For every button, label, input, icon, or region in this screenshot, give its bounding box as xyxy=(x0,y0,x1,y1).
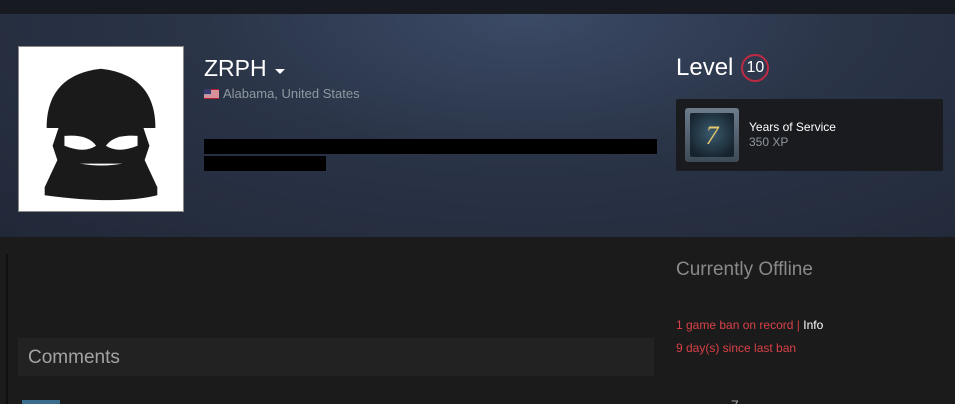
location-text: Alabama, United States xyxy=(223,86,360,101)
level-badge[interactable]: 10 xyxy=(741,54,770,82)
comments-header: Comments xyxy=(18,338,654,376)
caret-down-icon xyxy=(274,69,285,74)
level-label: Level xyxy=(676,54,734,81)
years-of-service-badge-icon: 7 xyxy=(685,108,739,162)
redacted-summary-line-1 xyxy=(204,139,657,154)
comment-avatar-peek xyxy=(22,400,60,404)
badge-xp: 350 XP xyxy=(749,135,789,149)
location: Alabama, United States xyxy=(204,86,360,101)
avatar[interactable] xyxy=(18,46,184,212)
masked-person-avatar-icon xyxy=(19,47,183,211)
online-status: Currently Offline xyxy=(676,259,813,280)
persona-name: ZRPH xyxy=(204,55,267,81)
days-since-ban: 9 day(s) since last ban xyxy=(676,341,797,355)
comments-title: Comments xyxy=(28,347,120,368)
ban-record-line: 1 game ban on record | Info xyxy=(676,318,823,332)
us-flag-icon xyxy=(204,88,219,99)
ban-separator: | xyxy=(796,318,800,332)
badge-title: Years of Service xyxy=(749,120,836,134)
featured-badge[interactable]: 7 Years of Service 350 XP xyxy=(676,99,943,171)
badge-number: 7 xyxy=(706,121,720,150)
cut-off-glyph: 7 xyxy=(731,394,745,404)
left-divider xyxy=(6,254,8,404)
profile-level: Level 10 xyxy=(676,54,770,82)
ban-record-link[interactable]: 1 game ban on record xyxy=(676,318,793,332)
top-bar xyxy=(0,0,955,14)
redacted-summary-line-2 xyxy=(204,156,326,171)
ban-info-link[interactable]: Info xyxy=(803,318,823,332)
persona-name-dropdown[interactable]: ZRPH xyxy=(204,55,285,82)
